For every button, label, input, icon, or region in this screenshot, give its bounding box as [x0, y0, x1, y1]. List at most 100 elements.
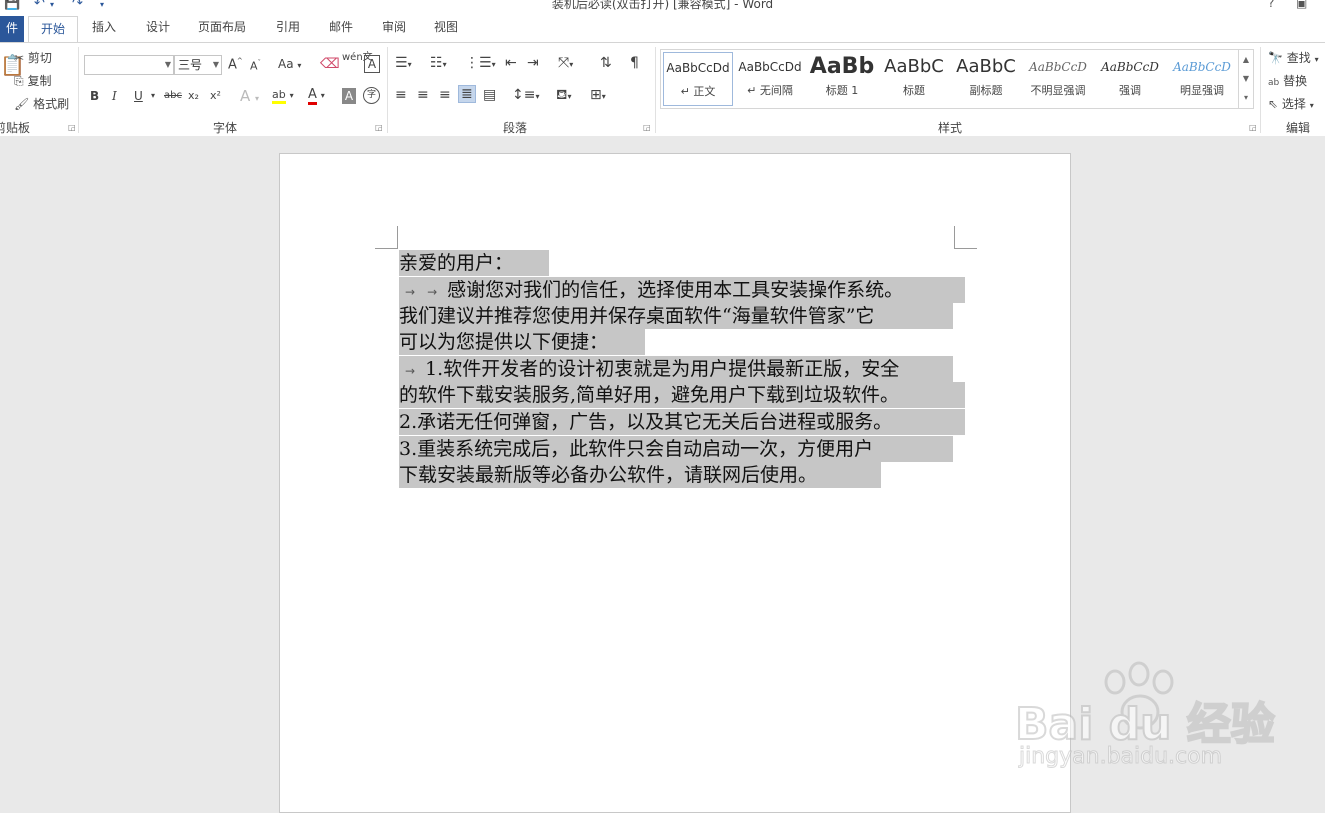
- document-line[interactable]: 我们建议并推荐您使用并保存桌面软件“海量软件管家”它: [399, 303, 953, 329]
- highlight-button[interactable]: ab ▾: [272, 87, 294, 104]
- document-line[interactable]: 3.重装系统完成后，此软件只会自动启动一次，方便用户: [399, 436, 953, 462]
- italic-button[interactable]: I: [112, 89, 117, 103]
- paragraph-group-label: 段落: [502, 121, 527, 135]
- superscript-button[interactable]: x²: [210, 89, 221, 102]
- document-line[interactable]: 下载安装最新版等必备办公软件，请联网后使用。: [399, 462, 881, 488]
- borders-icon[interactable]: ⊞▾: [590, 87, 606, 103]
- document-line[interactable]: 的软件下载安装服务,简单好用，避免用户下载到垃圾软件。: [399, 382, 965, 408]
- document-line[interactable]: → 1.软件开发者的设计初衷就是为用户提供最新正版，安全: [399, 356, 953, 382]
- select-button[interactable]: ⇖ 选择 ▾: [1268, 95, 1314, 112]
- tab-mailings[interactable]: 邮件: [329, 18, 353, 35]
- document-line[interactable]: 亲爱的用户：: [399, 250, 549, 276]
- distributed-icon[interactable]: ▤: [483, 87, 496, 103]
- clipboard-launcher-icon[interactable]: ◲: [68, 123, 76, 132]
- line-text: 下载安装最新版等必备办公软件，请联网后使用。: [399, 464, 818, 486]
- font-launcher-icon[interactable]: ◲: [375, 123, 383, 132]
- chinese-layout-icon[interactable]: ⤧▾: [558, 55, 573, 71]
- tab-file[interactable]: 件: [0, 16, 24, 42]
- grow-font-button[interactable]: A^: [228, 57, 243, 72]
- group-separator: [387, 47, 388, 133]
- shrink-font-button[interactable]: Aˇ: [250, 59, 261, 73]
- style-no-spacing[interactable]: AaBbCcDd ↵ 无间隔: [735, 52, 805, 106]
- show-formatting-marks-icon[interactable]: ¶: [630, 55, 639, 71]
- replace-button[interactable]: ab 替换: [1268, 72, 1307, 89]
- grow-font-label: A: [228, 57, 237, 73]
- group-separator: [78, 47, 79, 133]
- help-button[interactable]: ?: [1268, 0, 1274, 10]
- tab-design[interactable]: 设计: [146, 18, 170, 35]
- watermark-url: jingyan.baidu.com: [1018, 744, 1223, 770]
- format-painter-button[interactable]: 🖌 格式刷: [14, 95, 69, 112]
- style-intense-emphasis[interactable]: AaBbCcD 明显强调: [1167, 52, 1237, 106]
- style-subtle-emphasis[interactable]: AaBbCcD 不明显强调: [1023, 52, 1093, 106]
- tab-page-layout[interactable]: 页面布局: [198, 18, 246, 35]
- underline-button[interactable]: U: [134, 89, 143, 103]
- baidu-jingyan-watermark: Bai du 经验 jingyan.baidu.com: [1014, 660, 1285, 780]
- font-color-button[interactable]: A ▾: [308, 87, 325, 105]
- character-shading-button[interactable]: A: [342, 88, 356, 104]
- editing-group-label: 编辑: [1285, 121, 1310, 135]
- enclose-characters-button[interactable]: 字: [363, 87, 380, 104]
- ribbon: 📋 ✂ 剪切 ⎘ 复制 🖌 格式刷 剪贴板 ◲ ▼ 三号▼ A^ Aˇ Aa ▾…: [0, 42, 1325, 137]
- align-center-icon[interactable]: ≡: [417, 87, 429, 103]
- style-subtitle[interactable]: AaBbC 副标题: [951, 52, 1021, 106]
- font-name-box[interactable]: ▼: [84, 55, 174, 75]
- style-name: ↵ 正文: [680, 85, 716, 98]
- styles-launcher-icon[interactable]: ◲: [1249, 123, 1257, 132]
- increase-indent-icon[interactable]: ⇥: [527, 55, 539, 71]
- chevron-down-icon: ▼: [164, 60, 171, 69]
- sort-icon[interactable]: ⇅: [600, 55, 612, 71]
- font-group-label: 字体: [212, 121, 237, 135]
- restore-button[interactable]: ▣: [1296, 0, 1307, 10]
- find-button[interactable]: 🔭 查找 ▾: [1268, 49, 1319, 66]
- highlight-label: ab: [272, 88, 286, 104]
- shading-icon[interactable]: ⛾▾: [556, 87, 571, 105]
- document-line[interactable]: 2.承诺无任何弹窗，广告，以及其它无关后台进程或服务。: [399, 409, 965, 435]
- tab-arrow-icon: →: [405, 364, 416, 378]
- bullets-icon[interactable]: ☰▾: [395, 55, 412, 71]
- format-painter-label: 格式刷: [33, 97, 70, 111]
- document-line[interactable]: 可以为您提供以下便捷：: [399, 329, 645, 355]
- select-label: 选择: [1281, 97, 1306, 111]
- change-case-button[interactable]: Aa ▾: [278, 57, 301, 71]
- tab-review[interactable]: 审阅: [382, 18, 406, 35]
- align-right-icon[interactable]: ≡: [439, 87, 451, 103]
- justify-icon[interactable]: ≣: [458, 85, 476, 103]
- character-border-button[interactable]: A: [364, 55, 380, 73]
- numbering-icon[interactable]: ☷▾: [430, 55, 447, 71]
- cut-label: 剪切: [27, 51, 52, 65]
- tab-references[interactable]: 引用: [276, 18, 300, 35]
- line-spacing-icon[interactable]: ↕≡▾: [512, 87, 539, 103]
- line-text: 感谢您对我们的信任，选择使用本工具安装操作系统。: [447, 279, 904, 301]
- style-preview: AaBbC: [884, 56, 944, 77]
- tab-insert[interactable]: 插入: [92, 18, 116, 35]
- style-title[interactable]: AaBbC 标题: [879, 52, 949, 106]
- tab-view[interactable]: 视图: [434, 18, 458, 35]
- line-text: 的软件下载安装服务,简单好用，避免用户下载到垃圾软件。: [399, 384, 900, 406]
- font-size-box[interactable]: 三号 ▼: [174, 55, 222, 75]
- cursor-icon: ⇖: [1268, 97, 1279, 111]
- style-normal[interactable]: AaBbCcDd ↵ 正文: [663, 52, 733, 106]
- bold-button[interactable]: B: [90, 89, 99, 103]
- style-name: 强调: [1119, 84, 1141, 97]
- replace-icon: ab: [1268, 78, 1280, 88]
- align-left-icon[interactable]: ≡: [395, 87, 407, 103]
- paragraph-launcher-icon[interactable]: ◲: [643, 123, 651, 132]
- subscript-button[interactable]: x₂: [188, 89, 199, 102]
- scissors-icon: ✂: [14, 51, 25, 65]
- document-line[interactable]: → → 感谢您对我们的信任，选择使用本工具安装操作系统。: [399, 277, 965, 303]
- strikethrough-button[interactable]: abc: [164, 90, 182, 101]
- tab-home[interactable]: 开始: [28, 16, 78, 43]
- tab-arrow-icon: →: [405, 285, 416, 299]
- style-name: 标题: [903, 84, 925, 97]
- gallery-scroll[interactable]: ▲ ▼ ▾: [1238, 50, 1253, 108]
- underline-dropdown-icon[interactable]: ▾: [151, 91, 155, 100]
- copy-button[interactable]: ⎘ 复制: [14, 72, 51, 89]
- decrease-indent-icon[interactable]: ⇤: [505, 55, 517, 71]
- style-emphasis[interactable]: AaBbCcD 强调: [1095, 52, 1165, 106]
- text-effects-button[interactable]: A ▾: [240, 87, 259, 105]
- clear-formatting-icon[interactable]: ⌫: [320, 56, 340, 72]
- style-heading-1[interactable]: AaBb 标题 1: [807, 52, 877, 106]
- cut-button[interactable]: ✂ 剪切: [14, 49, 52, 66]
- multilevel-list-icon[interactable]: ⋮☰▾: [465, 55, 496, 71]
